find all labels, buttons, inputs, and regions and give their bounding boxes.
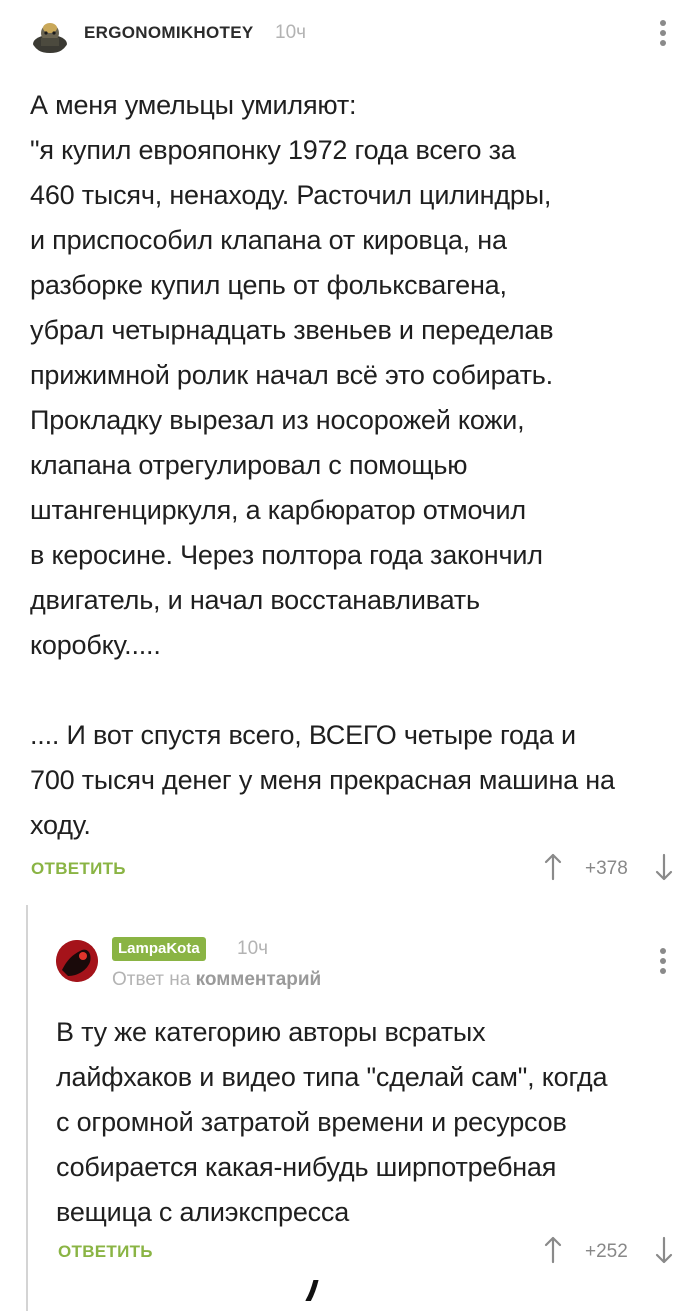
arrow-down-icon[interactable] (655, 1236, 673, 1269)
reply-to-target[interactable]: комментарий (196, 969, 322, 990)
arrow-up-icon[interactable] (544, 853, 562, 886)
avatar[interactable] (56, 940, 98, 982)
comment-text: А меня умельцы умиляют: "я купил евро­яп… (30, 90, 615, 840)
reply-to[interactable]: Ответ на комментарий (112, 969, 321, 991)
more-vertical-icon[interactable] (659, 948, 667, 978)
reply-button[interactable]: ОТВЕТИТЬ (58, 1242, 153, 1262)
comment-author[interactable]: ERGONOMIKHOTEY (84, 23, 254, 43)
comment-text: В ту же категорию авторы всратых лайфхак… (56, 1017, 608, 1227)
comment-time: 10ч (275, 22, 307, 43)
reply-comment: LampaKota 10ч Ответ на комментарий В ту … (0, 895, 700, 1311)
author-badge[interactable]: LampaKota (112, 937, 206, 961)
comment: ERGONOMIKHOTEY 10ч А меня умельцы умиляю… (0, 0, 700, 895)
more-vertical-icon[interactable] (659, 20, 667, 50)
avatar[interactable] (30, 14, 70, 54)
decorative-stroke (302, 1277, 332, 1306)
reply-button[interactable]: ОТВЕТИТЬ (31, 859, 126, 879)
reply-to-prefix: Ответ на (112, 969, 191, 990)
rating-value: +378 (585, 858, 628, 879)
arrow-up-icon[interactable] (544, 1236, 562, 1269)
rating-value: +252 (585, 1241, 628, 1262)
thread-line (26, 905, 28, 1311)
comment-time: 10ч (237, 938, 269, 959)
arrow-down-icon[interactable] (655, 853, 673, 886)
